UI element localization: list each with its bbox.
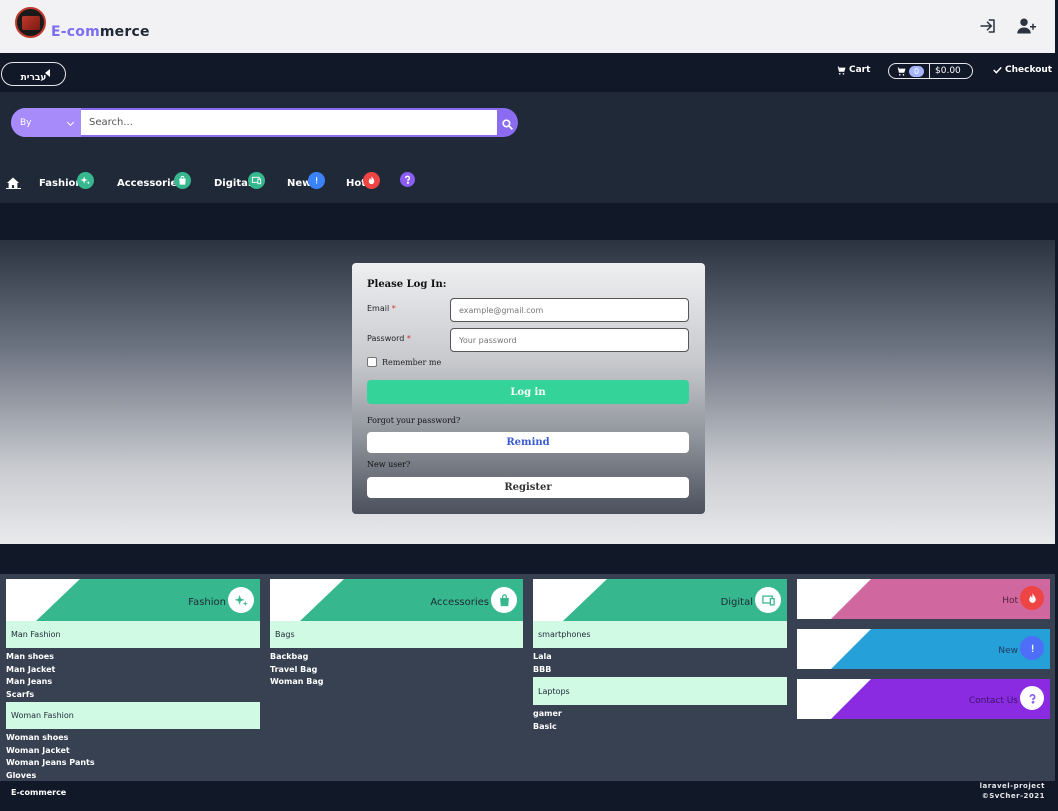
search-bar: By [11,108,518,137]
nav-row: עברית Cart 0 $0.00 Checkout [0,53,1058,92]
list-item[interactable]: Woman shoes [6,732,260,745]
password-label: Password * [367,334,411,343]
cart-summary-pill[interactable]: 0 $0.00 [888,63,973,79]
cart-count-badge: 0 [909,65,925,77]
footer-col-fashion: Fashion Man Fashion Man shoes Man Jacket… [6,579,260,782]
footer-col-accessories: Accessories Bags Backbag Travel Bag Woma… [270,579,523,689]
devices-icon [248,172,265,189]
brand-title[interactable]: E-commerce [51,24,150,40]
sign-in-icon[interactable] [979,17,997,35]
search-area: By Fashion Accessories Digital New Hot [0,92,1058,203]
search-input[interactable] [81,110,497,135]
spacer-band [0,203,1058,240]
checkout-link[interactable]: Checkout [993,65,1052,75]
footer-col-digital: Digital smartphones Lala BBB Laptops gam… [533,579,787,733]
list-item[interactable]: Travel Bag [270,664,523,677]
logo-icon[interactable] [15,7,46,38]
search-by-select[interactable]: By [11,108,81,137]
list-item[interactable]: BBB [533,664,787,677]
footer-brand[interactable]: E-commerce [11,788,66,797]
category-nav: Fashion Accessories Digital New Hot [0,172,1058,194]
footer-categories: Fashion Man Fashion Man shoes Man Jacket… [0,574,1055,781]
footer-bar: E-commerce laravel-project ©SvCher-2021 [0,781,1058,811]
register-button[interactable]: Register [367,477,689,498]
list-item[interactable]: Woman Jeans Pants [6,757,260,770]
side-card-new[interactable]: New [797,629,1050,669]
cart-link[interactable]: Cart [836,65,870,75]
cart-icon [896,66,906,76]
subcategory-header[interactable]: smartphones [533,621,787,648]
login-card: Please Log In: Email * Password * Rememb… [352,263,705,514]
list-item[interactable]: Woman Bag [270,676,523,689]
remember-label: Remember me [382,357,442,367]
new-user-text: New user? [367,460,411,469]
search-icon[interactable] [501,116,514,130]
category-header-digital[interactable]: Digital [533,579,787,621]
subcategory-header[interactable]: Laptops [533,677,787,705]
list-item[interactable]: Backbag [270,651,523,664]
category-header-fashion[interactable]: Fashion [6,579,260,621]
remember-checkbox[interactable] [367,357,377,367]
email-label: Email * [367,304,396,313]
devices-icon [755,587,781,613]
subcategory-header[interactable]: Woman Fashion [6,702,260,729]
chevron-down-icon [66,118,75,127]
list-item[interactable]: Man Jeans [6,676,260,689]
subcategory-header[interactable]: Bags [270,621,523,648]
new-badge-icon [1020,636,1044,660]
cart-total: $0.00 [935,66,961,76]
home-icon[interactable] [6,174,21,189]
nav-item-fashion[interactable]: Fashion [39,178,82,189]
fire-icon [363,172,380,189]
nav-item-digital[interactable]: Digital [214,178,251,189]
side-card-contact[interactable]: Contact Us [797,679,1050,719]
fire-icon [1020,586,1044,610]
subcategory-list: Backbag Travel Bag Woman Bag [270,648,523,689]
subcategory-header[interactable]: Man Fashion [6,621,260,648]
list-item[interactable]: Man Jacket [6,664,260,677]
help-question-icon[interactable] [400,172,415,187]
bag-icon [491,587,517,613]
login-button[interactable]: Log in [367,380,689,404]
email-field[interactable] [450,298,689,322]
question-icon [1020,686,1044,710]
subcategory-list: Man shoes Man Jacket Man Jeans Scarfs [6,648,260,701]
spacer-band [0,544,1058,574]
sparkle-icon [77,172,94,189]
user-plus-icon[interactable] [1017,17,1037,35]
list-item[interactable]: Man shoes [6,651,260,664]
list-item[interactable]: gamer [533,708,787,721]
remember-me[interactable]: Remember me [367,357,441,367]
new-badge-icon [308,172,325,189]
subcategory-list: Woman shoes Woman Jacket Woman Jeans Pan… [6,729,260,782]
subcategory-list: gamer Basic [533,705,787,733]
forgot-password-text: Forgot your password? [367,416,461,425]
check-icon [993,66,1002,74]
list-item[interactable]: Basic [533,721,787,734]
category-header-accessories[interactable]: Accessories [270,579,523,621]
footer-credits: laravel-project ©SvCher-2021 [979,782,1045,800]
bag-icon [174,172,191,189]
side-card-hot[interactable]: Hot [797,579,1050,619]
cart-icon [836,65,846,75]
subcategory-list: Lala BBB [533,648,787,676]
list-item[interactable]: Lala [533,651,787,664]
list-item[interactable]: Scarfs [6,689,260,702]
language-button[interactable]: עברית [1,62,66,86]
sparkle-icon [228,587,254,613]
password-field[interactable] [450,328,689,352]
login-title: Please Log In: [367,279,447,290]
list-item[interactable]: Woman Jacket [6,745,260,758]
remind-button[interactable]: Remind [367,432,689,453]
top-header: E-commerce [0,0,1058,53]
